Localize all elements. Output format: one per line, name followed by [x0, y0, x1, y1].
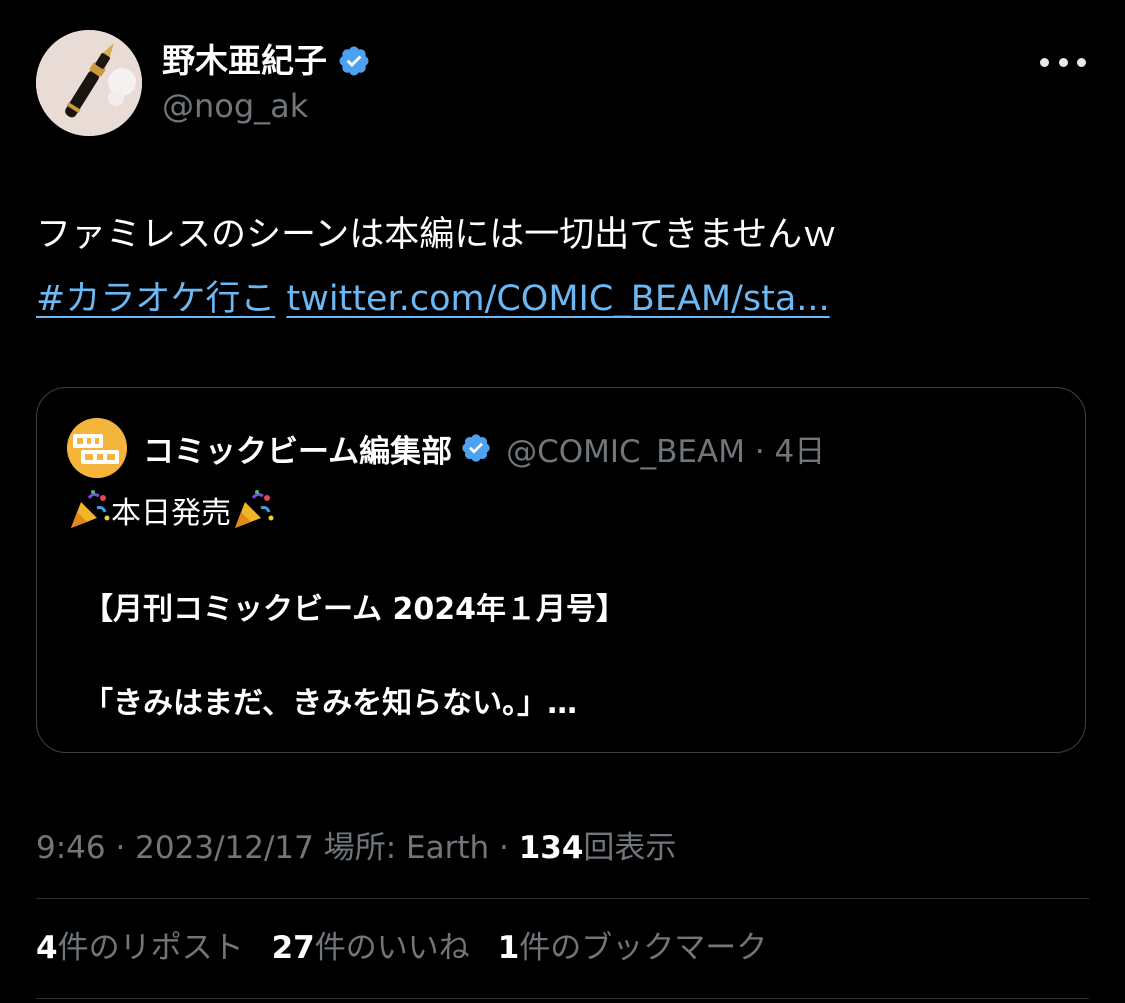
quoted-tweet-card[interactable]: コミックビーム編集部 @COMIC_BEAM · 4日 本日発売 【月刊コミック… [36, 387, 1086, 753]
likes-stat[interactable]: 27件のいいね [272, 925, 470, 971]
author-name-row[interactable]: 野木亜紀子 [162, 40, 371, 82]
engagement-stats: 4件のリポスト 27件のいいね 1件のブックマーク [36, 925, 767, 971]
quoted-line-1: 本日発売 [67, 488, 275, 532]
hashtag-link[interactable]: #カラオケ行こ [36, 279, 275, 319]
reposts-count: 4 [36, 930, 58, 966]
bookmarks-stat[interactable]: 1件のブックマーク [498, 925, 768, 971]
likes-count: 27 [271, 930, 315, 966]
divider [36, 898, 1089, 899]
quoted-line-1-text: 本日発売 [111, 496, 231, 531]
reposts-label: 件のリポスト [57, 930, 244, 966]
more-options-icon[interactable] [1040, 48, 1086, 76]
quoted-tweet-header: コミックビーム編集部 @COMIC_BEAM · 4日 [67, 418, 825, 478]
more-dot [1077, 57, 1086, 67]
bookmarks-count: 1 [497, 930, 520, 966]
quoted-line-2: 【月刊コミックビーム 2024年１月号】 [83, 592, 627, 627]
quoted-author-avatar[interactable] [67, 418, 127, 478]
author-avatar[interactable] [36, 30, 142, 136]
tweet-text-line: ファミレスのシーンは本編には一切出てきませんｗ [36, 215, 838, 255]
fountain-pen-icon [36, 30, 142, 136]
timestamp-location[interactable]: 9:46 · 2023/12/17 場所: Earth · [36, 830, 519, 866]
divider [36, 998, 1089, 999]
author-display-name[interactable]: 野木亜紀子 [162, 40, 327, 82]
author-handle[interactable]: @nog_ak [162, 86, 308, 126]
view-count: 134 [518, 830, 584, 866]
more-dot [1040, 57, 1049, 67]
likes-label: 件のいいね [314, 930, 470, 966]
party-popper-icon [71, 490, 110, 528]
quoted-author-handle-time: @COMIC_BEAM · 4日 [506, 433, 826, 470]
more-dot [1058, 57, 1068, 67]
bookmarks-label: 件のブックマーク [519, 930, 768, 966]
quoted-author-name[interactable]: コミックビーム編集部 [143, 426, 452, 471]
reposts-stat[interactable]: 4件のリポスト [36, 925, 244, 971]
tweet-links-line: #カラオケ行こ twitter.com/COMIC_BEAM/sta... [36, 267, 1086, 331]
comic-beam-logo-icon [67, 418, 127, 478]
tweet-text: ファミレスのシーンは本編には一切出てきませんｗ #カラオケ行こ twitter.… [36, 203, 1086, 331]
verified-badge-icon[interactable] [337, 44, 371, 78]
verified-badge-icon [462, 434, 490, 462]
party-popper-icon [235, 490, 274, 528]
quoted-line-3: 「きみはまだ、きみを知らない。」… [83, 686, 578, 721]
tweet-metadata: 9:46 · 2023/12/17 場所: Earth · 134回表示 [36, 826, 676, 870]
view-label: 回表示 [583, 830, 677, 866]
url-link[interactable]: twitter.com/COMIC_BEAM/sta... [286, 279, 829, 319]
